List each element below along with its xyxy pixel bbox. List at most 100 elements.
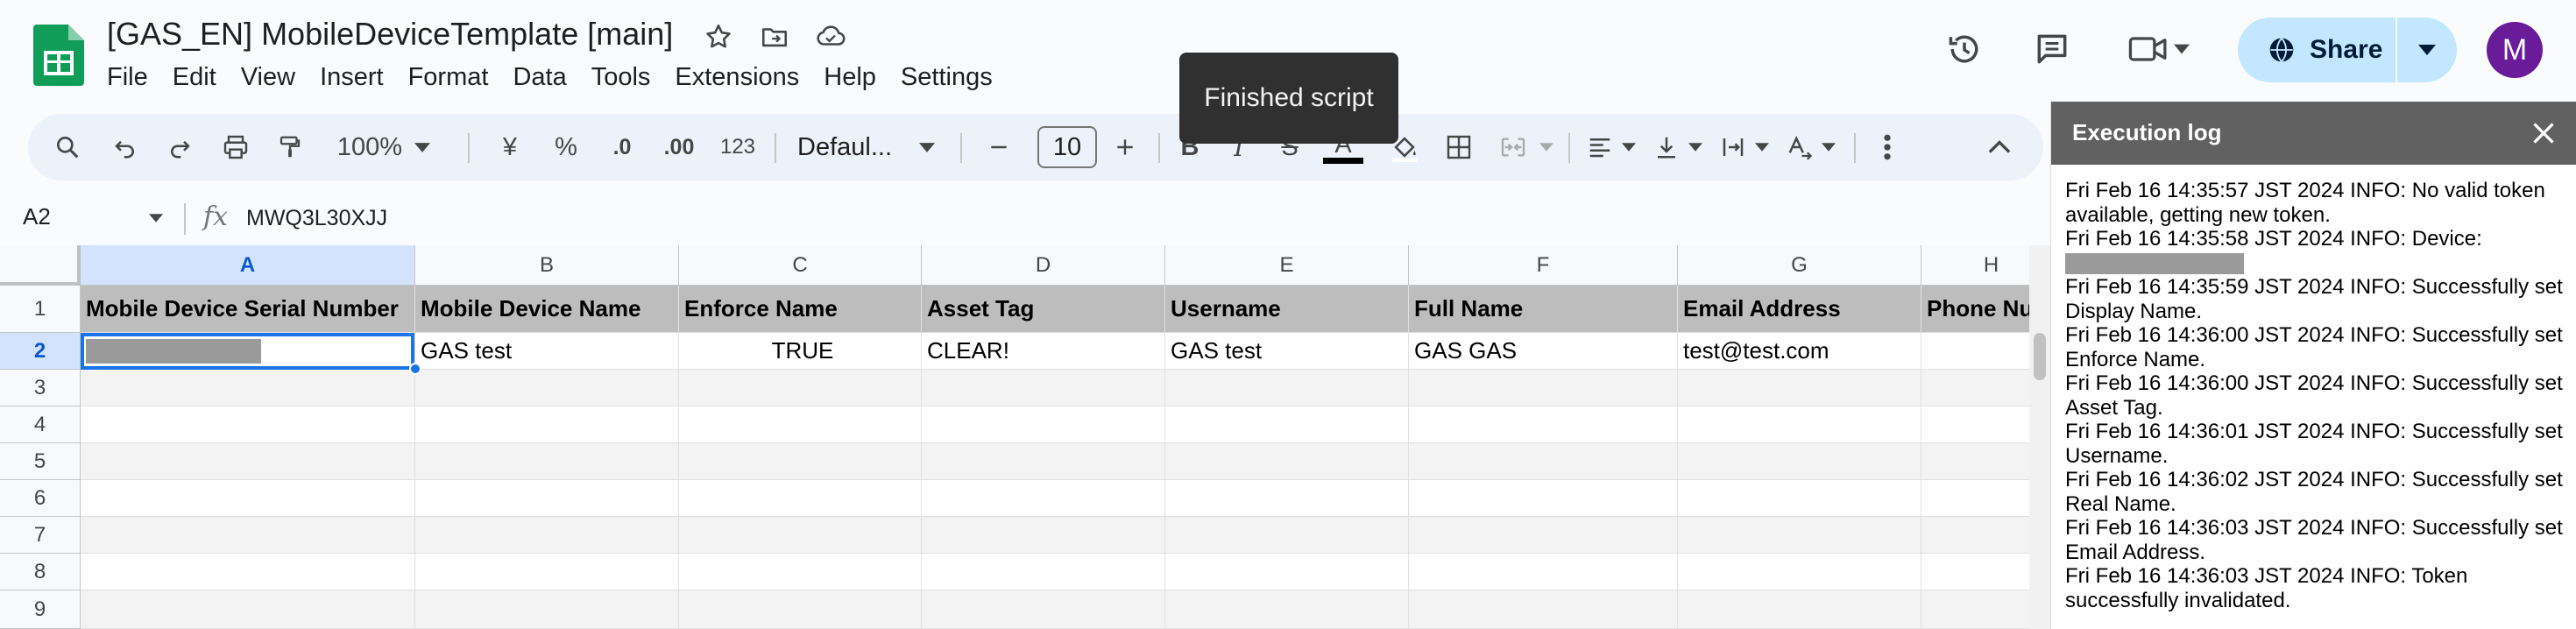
cell-b2[interactable]: GAS test [415,333,679,370]
cell-h2[interactable] [1921,333,2029,370]
merge-cells-icon[interactable] [1493,114,1533,180]
cell-f7[interactable] [1409,517,1678,554]
cell-d3[interactable] [922,370,1165,406]
cell-c8[interactable] [679,554,922,590]
cell-h1[interactable]: Phone Nu [1921,286,2029,333]
menu-format[interactable]: Format [396,60,501,95]
text-wrapping-icon[interactable] [1714,114,1752,180]
cell-d5[interactable] [922,443,1165,480]
share-button[interactable]: Share [2238,18,2457,82]
cell-c3[interactable] [679,370,922,406]
cell-h8[interactable] [1921,554,2029,590]
cell-b5[interactable] [415,443,679,480]
cell-a7[interactable] [81,517,415,554]
cell-a9[interactable] [81,590,415,629]
select-all-corner[interactable] [0,245,81,286]
cell-g1[interactable]: Email Address [1678,286,1921,333]
move-folder-icon[interactable] [757,19,792,54]
cell-b6[interactable] [415,480,679,517]
share-dropdown-button[interactable] [2397,18,2457,82]
cell-f3[interactable] [1409,370,1678,406]
column-header-e[interactable]: E [1165,245,1409,286]
cell-a6[interactable] [81,480,415,517]
menu-view[interactable]: View [229,60,308,95]
font-dropdown-icon[interactable] [909,114,945,180]
cell-e9[interactable] [1165,590,1409,629]
cell-f1[interactable]: Full Name [1409,286,1678,333]
menu-settings[interactable]: Settings [888,60,1005,95]
menu-help[interactable]: Help [811,60,888,95]
cell-g3[interactable] [1678,370,1921,406]
close-icon[interactable] [2528,117,2559,149]
cell-a3[interactable] [81,370,415,406]
cell-c6[interactable] [679,480,922,517]
zoom-select[interactable]: 100% [335,114,405,180]
cell-h5[interactable] [1921,443,2029,480]
format-percent-button[interactable]: % [547,114,585,180]
cell-h4[interactable] [1921,406,2029,443]
cell-a1[interactable]: Mobile Device Serial Number [81,286,415,333]
row-header-4[interactable]: 4 [0,406,81,443]
menu-insert[interactable]: Insert [308,60,396,95]
row-header-6[interactable]: 6 [0,480,81,517]
font-size-input[interactable]: 10 [1037,126,1097,168]
font-family-select[interactable]: Defaul... [790,114,909,180]
sheets-logo-icon[interactable] [33,25,86,86]
cell-f8[interactable] [1409,554,1678,590]
cell-e2[interactable]: GAS test [1165,333,1409,370]
borders-icon[interactable] [1439,114,1479,180]
horizontal-align-dropdown-icon[interactable] [1617,114,1640,180]
column-header-c[interactable]: C [679,245,922,286]
menu-data[interactable]: Data [500,60,578,95]
cell-g8[interactable] [1678,554,1921,590]
row-header-7[interactable]: 7 [0,517,81,554]
cell-d4[interactable] [922,406,1165,443]
cell-a8[interactable] [81,554,415,590]
cell-c2[interactable]: TRUE [679,333,922,370]
cell-b4[interactable] [415,406,679,443]
cell-f6[interactable] [1409,480,1678,517]
version-history-icon[interactable] [1940,25,1989,74]
decrease-font-size-icon[interactable] [980,114,1018,180]
zoom-dropdown-icon[interactable] [405,114,440,180]
vertical-align-dropdown-icon[interactable] [1684,114,1707,180]
increase-font-size-icon[interactable] [1106,114,1144,180]
increase-decimal-button[interactable]: .00 [652,114,706,180]
cell-f2[interactable]: GAS GAS [1409,333,1678,370]
cell-e5[interactable] [1165,443,1409,480]
row-header-8[interactable]: 8 [0,554,81,590]
column-header-g[interactable]: G [1678,245,1921,286]
cell-b3[interactable] [415,370,679,406]
cell-d8[interactable] [922,554,1165,590]
vertical-align-icon[interactable] [1647,114,1686,180]
cell-g4[interactable] [1678,406,1921,443]
cell-h3[interactable] [1921,370,2029,406]
scrollbar-thumb[interactable] [2034,333,2046,380]
horizontal-align-icon[interactable] [1581,114,1619,180]
column-header-d[interactable]: D [922,245,1165,286]
format-currency-button[interactable]: ¥ [491,114,529,180]
column-header-f[interactable]: F [1409,245,1678,286]
cell-h9[interactable] [1921,590,2029,629]
cell-e1[interactable]: Username [1165,286,1409,333]
column-header-b[interactable]: B [415,245,679,286]
cell-e8[interactable] [1165,554,1409,590]
cell-g2[interactable]: test@test.com [1678,333,1921,370]
more-formats-button[interactable]: 123 [711,114,764,180]
menu-extensions[interactable]: Extensions [662,60,811,95]
cell-e7[interactable] [1165,517,1409,554]
search-menus-icon[interactable] [47,114,88,180]
cell-b8[interactable] [415,554,679,590]
cell-c5[interactable] [679,443,922,480]
cloud-saved-icon[interactable] [813,19,848,54]
name-box-dropdown-icon[interactable] [149,214,163,223]
cell-d7[interactable] [922,517,1165,554]
star-icon[interactable] [701,19,736,54]
row-header-9[interactable]: 9 [0,590,81,629]
cell-b9[interactable] [415,590,679,629]
share-main-button[interactable]: Share [2238,18,2397,82]
row-header-1[interactable]: 1 [0,286,81,333]
paint-format-icon[interactable] [270,114,310,180]
cell-d2[interactable]: CLEAR! [922,333,1165,370]
merge-dropdown-icon[interactable] [1533,114,1560,180]
